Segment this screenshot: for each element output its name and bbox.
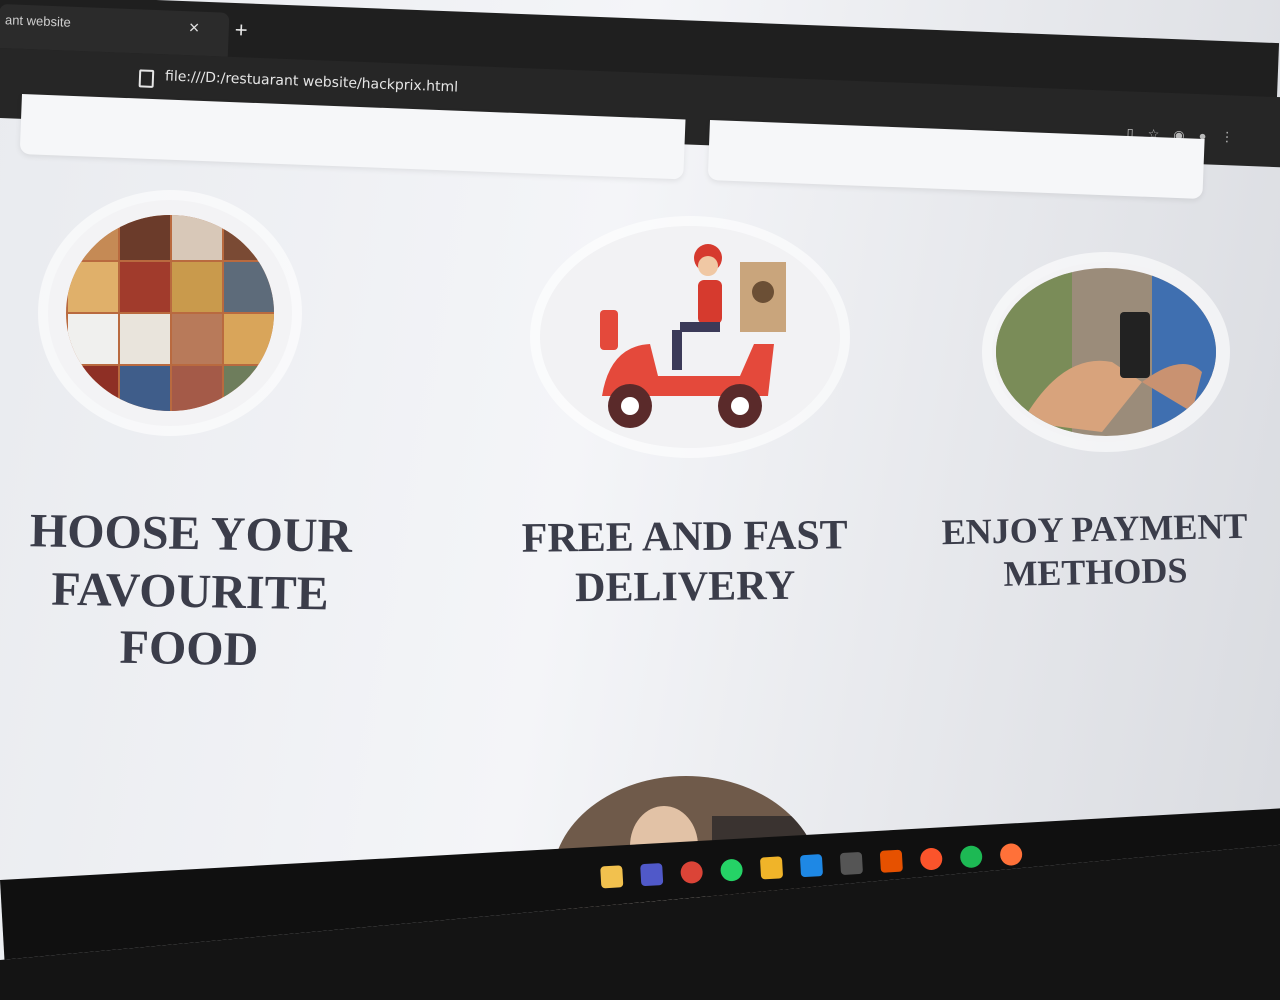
nav-card-left [19, 94, 686, 180]
settings-icon[interactable] [839, 851, 864, 876]
folder-icon[interactable] [759, 856, 784, 880]
whatsapp-icon[interactable] [719, 858, 744, 882]
chrome-icon[interactable] [680, 860, 704, 884]
feature-heading-food: HOOSE YOUR FAVOURITE FOOD [0, 502, 381, 681]
card-payment-image [992, 262, 1220, 442]
teams-icon[interactable] [640, 863, 664, 887]
file-explorer-icon[interactable] [600, 865, 624, 889]
feature-heading-delivery-line2: DELIVERY [574, 563, 796, 612]
screen: ant website × + file:///D:/restuarant we… [0, 0, 1280, 960]
feature-heading-payment-line1: ENJOY PAYMENT [941, 505, 1248, 553]
vscode-icon[interactable] [799, 854, 824, 878]
office-icon[interactable] [879, 849, 903, 873]
feature-heading-delivery: FREE AND FAST DELIVERY [509, 510, 860, 614]
feature-heading-payment-line2: METHODS [1003, 550, 1188, 595]
web-page: HOOSE YOUR FAVOURITE FOOD FREE AND FAST … [0, 0, 1280, 960]
nav-card-right [707, 120, 1205, 199]
feature-heading-payment: ENJOY PAYMENT METHODS [939, 505, 1251, 598]
spotify-icon[interactable] [959, 845, 983, 869]
card-payment-icon [996, 268, 1216, 436]
feature-heading-food-line3: FOOD [119, 620, 259, 677]
brave-icon[interactable] [919, 847, 943, 871]
firefox-icon[interactable] [999, 842, 1023, 867]
feature-heading-delivery-line1: FREE AND FAST [521, 512, 848, 562]
delivery-scooter-image [540, 226, 840, 448]
food-collage-image [48, 200, 292, 426]
feature-heading-food-line2: FAVOURITE [50, 562, 330, 621]
feature-heading-food-line1: HOOSE YOUR [29, 504, 353, 563]
delivery-scooter-icon [540, 226, 840, 448]
food-collage-icon [66, 215, 274, 411]
